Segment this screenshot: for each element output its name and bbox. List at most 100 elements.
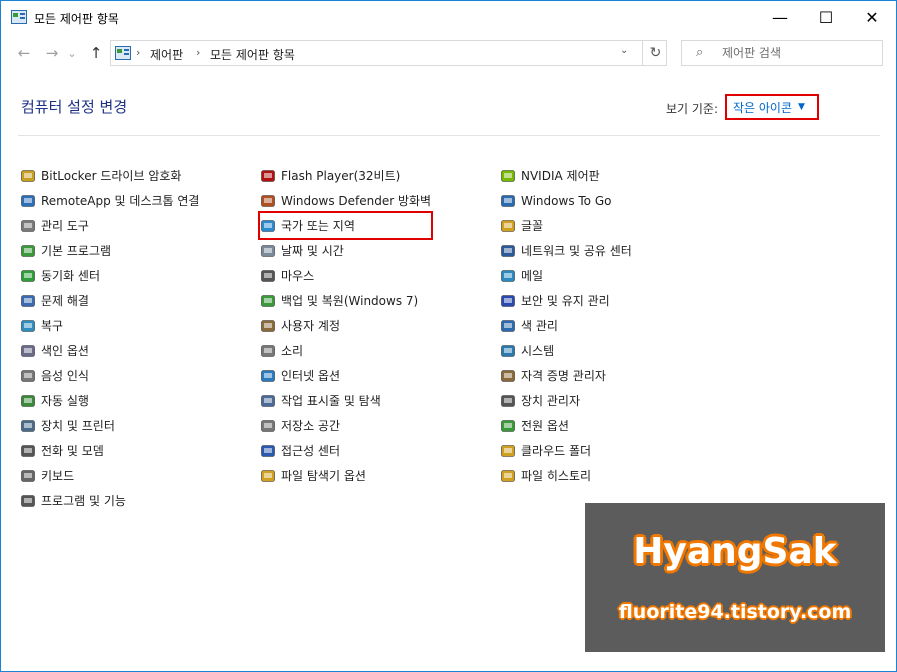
- control-panel-item[interactable]: 파일 탐색기 옵션: [260, 463, 431, 488]
- windows-to-go-icon: [500, 193, 516, 209]
- control-panel-item[interactable]: NVIDIA 제어판: [500, 163, 632, 188]
- address-bar[interactable]: › 제어판 › 모든 제어판 항목 ⌄ ↻: [110, 40, 667, 66]
- item-label: 클라우드 폴더: [521, 444, 592, 458]
- control-panel-item[interactable]: 메일: [500, 263, 632, 288]
- maximize-button[interactable]: ☐: [803, 1, 849, 34]
- admin-tools-icon: [20, 218, 36, 234]
- item-label: 보안 및 유지 관리: [521, 294, 610, 308]
- window-title: 모든 제어판 항목: [34, 12, 119, 26]
- system-icon: [500, 343, 516, 359]
- control-panel-item[interactable]: 관리 도구: [20, 213, 199, 238]
- control-panel-item[interactable]: 보안 및 유지 관리: [500, 288, 632, 313]
- mouse-icon: [260, 268, 276, 284]
- minimize-button[interactable]: —: [757, 1, 803, 34]
- control-panel-item[interactable]: 네트워크 및 공유 센터: [500, 238, 632, 263]
- troubleshoot-icon: [20, 293, 36, 309]
- control-panel-item[interactable]: 백업 및 복원(Windows 7): [260, 288, 431, 313]
- control-panel-item[interactable]: 국가 또는 지역: [257, 211, 434, 240]
- file-history-icon: [500, 468, 516, 484]
- item-label: 기본 프로그램: [41, 244, 112, 258]
- item-label: 자격 증명 관리자: [521, 369, 606, 383]
- item-label: 작업 표시줄 및 탐색: [281, 394, 381, 408]
- control-panel-item[interactable]: 시스템: [500, 338, 632, 363]
- speech-icon: [20, 368, 36, 384]
- item-label: 복구: [41, 319, 64, 333]
- default-programs-icon: [20, 243, 36, 259]
- control-panel-item[interactable]: BitLocker 드라이브 암호화: [20, 163, 199, 188]
- control-panel-item[interactable]: 인터넷 옵션: [260, 363, 431, 388]
- control-panel-item[interactable]: 파일 히스토리: [500, 463, 632, 488]
- fonts-icon: [500, 218, 516, 234]
- item-label: 시스템: [521, 344, 555, 358]
- control-panel-item[interactable]: 사용자 계정: [260, 313, 431, 338]
- item-label: 인터넷 옵션: [281, 369, 341, 383]
- control-panel-item[interactable]: 복구: [20, 313, 199, 338]
- control-panel-item[interactable]: 클라우드 폴더: [500, 438, 632, 463]
- flash-icon: [260, 168, 276, 184]
- search-box[interactable]: ⌕: [681, 40, 883, 66]
- control-panel-item[interactable]: 자격 증명 관리자: [500, 363, 632, 388]
- up-button[interactable]: ↑: [85, 41, 107, 65]
- control-panel-item[interactable]: 작업 표시줄 및 탐색: [260, 388, 431, 413]
- view-by-dropdown[interactable]: 작은 아이콘 ▼: [725, 94, 819, 120]
- control-panel-item[interactable]: 자동 실행: [20, 388, 199, 413]
- control-panel-item[interactable]: 마우스: [260, 263, 431, 288]
- item-label: 네트워크 및 공유 센터: [521, 244, 632, 258]
- control-panel-item[interactable]: 문제 해결: [20, 288, 199, 313]
- explorer-options-icon: [260, 468, 276, 484]
- control-panel-item[interactable]: 색인 옵션: [20, 338, 199, 363]
- item-label: RemoteApp 및 데스크톱 연결: [41, 194, 200, 208]
- firewall-icon: [260, 193, 276, 209]
- watermark-name: HyangSak: [633, 531, 837, 572]
- forward-button[interactable]: →: [41, 41, 63, 65]
- control-panel-item[interactable]: 음성 인식: [20, 363, 199, 388]
- control-panel-item[interactable]: 장치 관리자: [500, 388, 632, 413]
- programs-features-icon: [20, 493, 36, 509]
- ease-of-access-icon: [260, 443, 276, 459]
- item-label: 접근성 센터: [281, 444, 341, 458]
- item-label: 음성 인식: [41, 369, 89, 383]
- breadcrumb-separator[interactable]: ›: [196, 46, 200, 59]
- breadcrumb-control-panel[interactable]: 제어판: [150, 46, 183, 63]
- taskbar-icon: [260, 393, 276, 409]
- control-panel-item[interactable]: 프로그램 및 기능: [20, 488, 199, 513]
- control-panel-item[interactable]: 접근성 센터: [260, 438, 431, 463]
- breadcrumb-all-items[interactable]: 모든 제어판 항목: [210, 46, 295, 63]
- control-panel-item[interactable]: Windows To Go: [500, 188, 632, 213]
- address-dropdown-icon[interactable]: ⌄: [620, 45, 636, 56]
- bitlocker-icon: [20, 168, 36, 184]
- recent-locations-button[interactable]: ⌄: [64, 41, 80, 65]
- control-panel-item[interactable]: Windows Defender 방화벽: [260, 188, 431, 213]
- control-panel-item[interactable]: 동기화 센터: [20, 263, 199, 288]
- item-label: 소리: [281, 344, 304, 358]
- refresh-button[interactable]: ↻: [642, 41, 668, 65]
- control-panel-item[interactable]: 글꼴: [500, 213, 632, 238]
- keyboard-icon: [20, 468, 36, 484]
- item-label: 전원 옵션: [521, 419, 569, 433]
- control-panel-item[interactable]: 전원 옵션: [500, 413, 632, 438]
- search-input[interactable]: [722, 44, 872, 62]
- control-panel-item[interactable]: 장치 및 프린터: [20, 413, 199, 438]
- control-panel-icon: [11, 10, 27, 24]
- control-panel-item[interactable]: 소리: [260, 338, 431, 363]
- control-panel-item[interactable]: 색 관리: [500, 313, 632, 338]
- autoplay-icon: [20, 393, 36, 409]
- region-icon: [260, 218, 276, 234]
- control-panel-item[interactable]: 기본 프로그램: [20, 238, 199, 263]
- title-bar[interactable]: 모든 제어판 항목 — ☐ ✕: [1, 1, 896, 34]
- control-panel-item[interactable]: 전화 및 모뎀: [20, 438, 199, 463]
- control-panel-item[interactable]: 키보드: [20, 463, 199, 488]
- back-button[interactable]: ←: [13, 41, 35, 65]
- backup-icon: [260, 293, 276, 309]
- item-label: NVIDIA 제어판: [521, 169, 600, 183]
- control-panel-item[interactable]: 저장소 공간: [260, 413, 431, 438]
- control-panel-item[interactable]: Flash Player(32비트): [260, 163, 431, 188]
- close-button[interactable]: ✕: [849, 1, 895, 34]
- control-panel-item[interactable]: RemoteApp 및 데스크톱 연결: [20, 188, 199, 213]
- breadcrumb-separator[interactable]: ›: [136, 46, 140, 59]
- item-label: 자동 실행: [41, 394, 89, 408]
- work-folders-icon: [500, 443, 516, 459]
- credential-manager-icon: [500, 368, 516, 384]
- control-panel-item[interactable]: 날짜 및 시간: [260, 238, 431, 263]
- item-label: 키보드: [41, 469, 75, 483]
